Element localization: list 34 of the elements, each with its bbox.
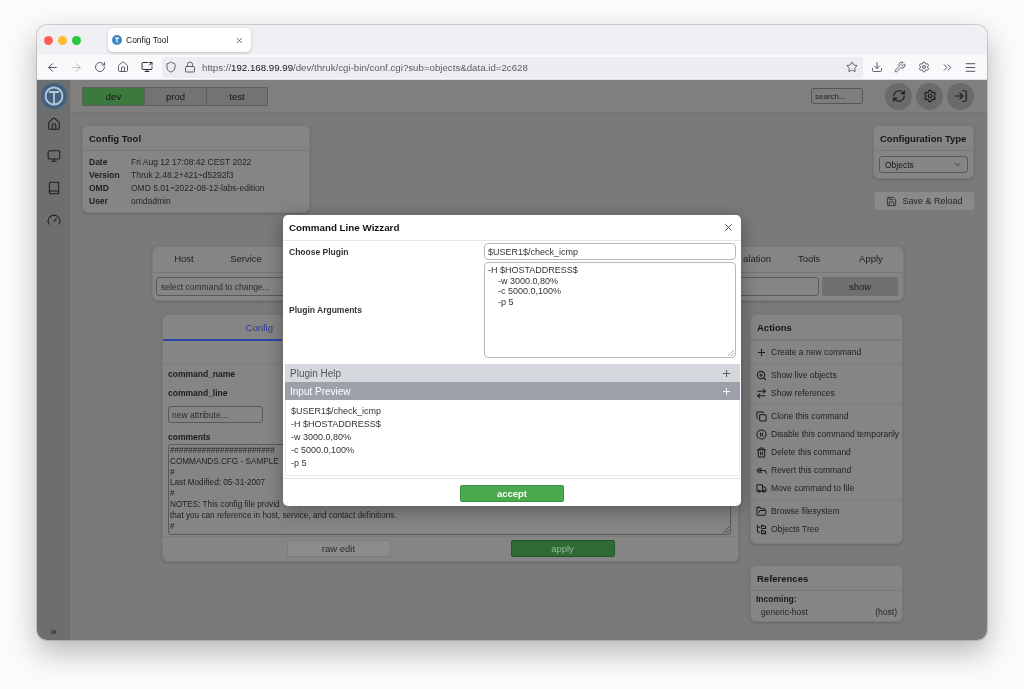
attribute-label: command_name — [168, 369, 236, 380]
reference-name: generic-host — [761, 605, 808, 618]
preview-line: -w 3000.0,80% — [291, 431, 352, 444]
preview-line: $USER1$/check_icmp — [291, 405, 382, 418]
info-label: User — [89, 195, 108, 208]
comment-line: # — [170, 489, 175, 500]
dialog-title: Command Line Wizzard — [289, 222, 400, 233]
card-title: References — [751, 566, 902, 591]
comment-line: COMMANDS.CFG - SAMPLE — [170, 456, 279, 468]
preview-line: -p 5 — [291, 457, 307, 470]
info-value: OMD 5.01~2022-08-12-labs-edition — [131, 182, 265, 195]
card-title: Config Tool — [83, 126, 309, 151]
field-label: Plugin Arguments — [289, 305, 362, 315]
info-label: Version — [89, 169, 120, 182]
incoming-label: Incoming: — [756, 593, 797, 606]
comment-line: # — [170, 521, 175, 533]
field-label: Choose Plugin — [289, 246, 349, 257]
info-label: Date — [89, 156, 108, 169]
info-label: OMD — [89, 182, 109, 195]
preview-line: -H $HOSTADDRESS$ — [291, 418, 381, 431]
reference-type: (host) — [875, 605, 897, 618]
card-title: Configuration Type — [874, 126, 973, 151]
info-value: Thruk 2.48.2+421~d5292f3 — [131, 169, 234, 182]
comment-line: that you can reference in host, service, and contact definitions. — [170, 510, 397, 522]
info-value: Fri Aug 12 17:08:42 CEST 2022 — [131, 156, 252, 169]
comment-line: ####################### — [170, 446, 275, 457]
comment-line: Last Modified: 05-31-2007 — [170, 478, 266, 490]
preview-line: -c 5000.0,100% — [291, 444, 355, 457]
comments-label: comments — [168, 431, 211, 443]
comment-line: NOTES: This config file provid — [170, 500, 280, 511]
comment-line: # — [170, 467, 175, 479]
info-value: omdadmin — [131, 195, 171, 208]
card-title: Actions — [751, 315, 902, 340]
attribute-label: command_line — [168, 387, 228, 398]
